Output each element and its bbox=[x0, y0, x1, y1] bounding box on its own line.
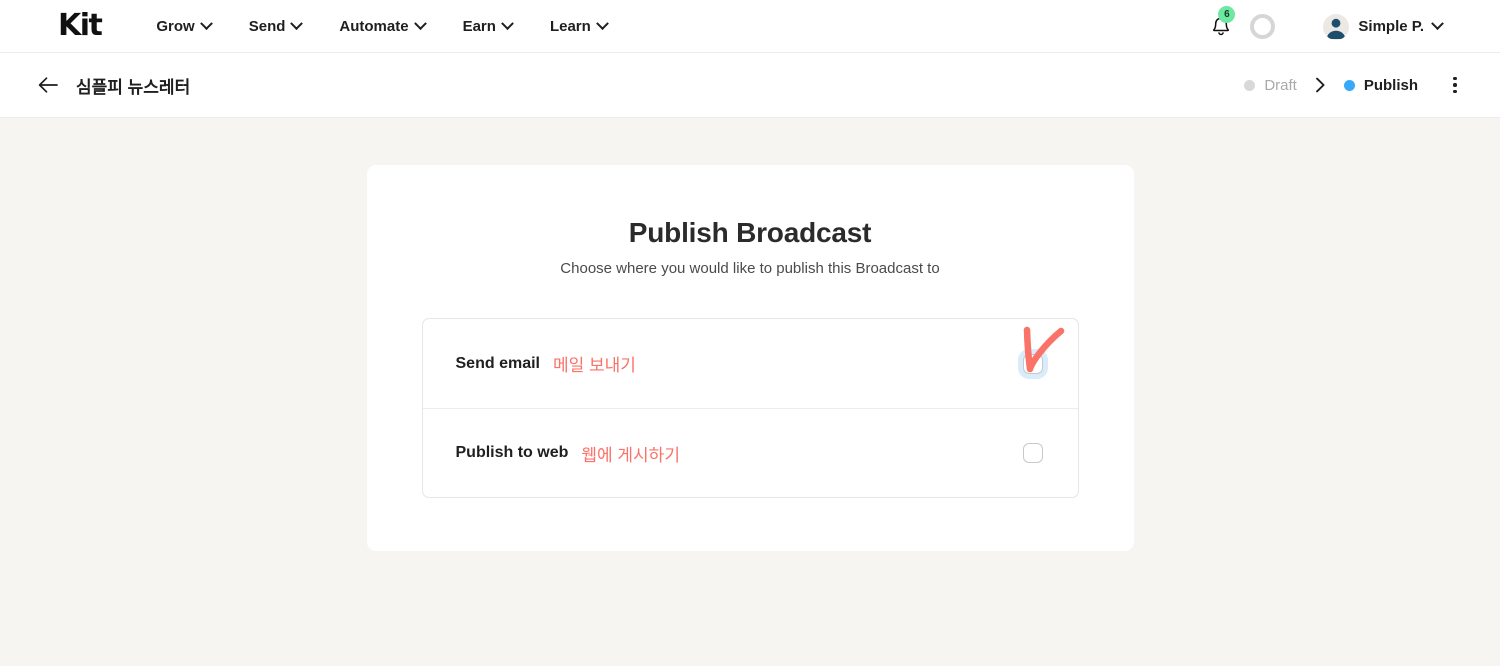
option-annotation-korean: 메일 보내기 bbox=[552, 356, 636, 375]
send-email-checkbox[interactable] bbox=[1022, 353, 1043, 374]
kit-logo[interactable]: Kit bbox=[58, 11, 103, 41]
chevron-right-icon bbox=[1315, 77, 1325, 93]
nav-item-label: Learn bbox=[549, 17, 591, 35]
step-draft[interactable]: Draft bbox=[1244, 77, 1297, 94]
nav-item-label: Send bbox=[248, 17, 286, 35]
avatar-icon bbox=[1323, 13, 1350, 40]
card-title: Publish Broadcast bbox=[628, 217, 872, 248]
publish-to-web-checkbox[interactable] bbox=[1022, 443, 1043, 463]
back-button[interactable] bbox=[36, 73, 60, 97]
notification-badge: 6 bbox=[1218, 5, 1236, 23]
option-row-publish-to-web[interactable]: Publish to web 웹에 게시하기 bbox=[422, 408, 1078, 497]
nav-item-label: Automate bbox=[339, 17, 409, 35]
publish-broadcast-card: Publish Broadcast Choose where you would… bbox=[366, 165, 1134, 551]
kebab-menu-icon[interactable] bbox=[1444, 74, 1466, 96]
chevron-down-icon bbox=[1431, 17, 1444, 31]
option-annotation-korean: 웹에 게시하기 bbox=[581, 445, 680, 465]
nav-item-earn[interactable]: Earn bbox=[462, 16, 514, 35]
step-label: Draft bbox=[1264, 76, 1297, 94]
nav-item-automate[interactable]: Automate bbox=[339, 16, 427, 35]
nav-item-label: Grow bbox=[156, 17, 195, 35]
card-subtitle: Choose where you would like to publish t… bbox=[560, 260, 940, 277]
account-name: Simple P. bbox=[1358, 18, 1424, 35]
top-navigation-bar: Kit Grow Send Automate Earn Learn 6 Simp… bbox=[0, 0, 1500, 53]
page-title: 심플피 뉴스레터 bbox=[76, 77, 191, 97]
arrow-left-icon bbox=[38, 77, 58, 93]
step-publish[interactable]: Publish bbox=[1343, 76, 1418, 94]
chevron-down-icon bbox=[413, 16, 427, 30]
step-separator bbox=[1315, 77, 1326, 93]
chevron-down-icon bbox=[501, 16, 514, 30]
nav-item-label: Earn bbox=[462, 17, 496, 35]
avatar-person-icon bbox=[1327, 18, 1346, 39]
publish-options-list: Send email 메일 보내기 Publish to web 웹에 게시하기 bbox=[421, 318, 1079, 498]
option-row-send-email[interactable]: Send email 메일 보내기 bbox=[423, 319, 1078, 408]
send-email-checkbox-wrapper bbox=[1016, 326, 1064, 381]
main-content: Publish Broadcast Choose where you would… bbox=[0, 118, 1500, 666]
nav-right-cluster: 6 Simple P. bbox=[1204, 0, 1444, 53]
chevron-down-icon bbox=[290, 16, 304, 30]
nav-item-send[interactable]: Send bbox=[248, 16, 304, 35]
primary-nav-links: Grow Send Automate Earn Learn bbox=[156, 16, 609, 35]
broadcast-title-bar: 심플피 뉴스레터 Draft Publish bbox=[0, 53, 1500, 118]
step-status-dot bbox=[1343, 79, 1355, 91]
chevron-down-icon bbox=[595, 16, 609, 30]
step-label: Publish bbox=[1363, 76, 1418, 94]
step-status-dot bbox=[1244, 79, 1256, 91]
nav-item-grow[interactable]: Grow bbox=[156, 16, 213, 35]
publish-step-indicator: Draft Publish bbox=[1244, 74, 1466, 96]
chevron-down-icon bbox=[199, 16, 213, 30]
publish-to-web-checkbox-wrapper bbox=[1016, 436, 1050, 470]
progress-ring-icon[interactable] bbox=[1250, 14, 1276, 39]
option-label: Send email bbox=[455, 354, 540, 372]
notifications-button[interactable]: 6 bbox=[1204, 5, 1238, 44]
nav-item-learn[interactable]: Learn bbox=[549, 16, 609, 35]
account-menu-button[interactable]: Simple P. bbox=[1323, 13, 1444, 40]
option-label: Publish to web bbox=[455, 444, 569, 461]
